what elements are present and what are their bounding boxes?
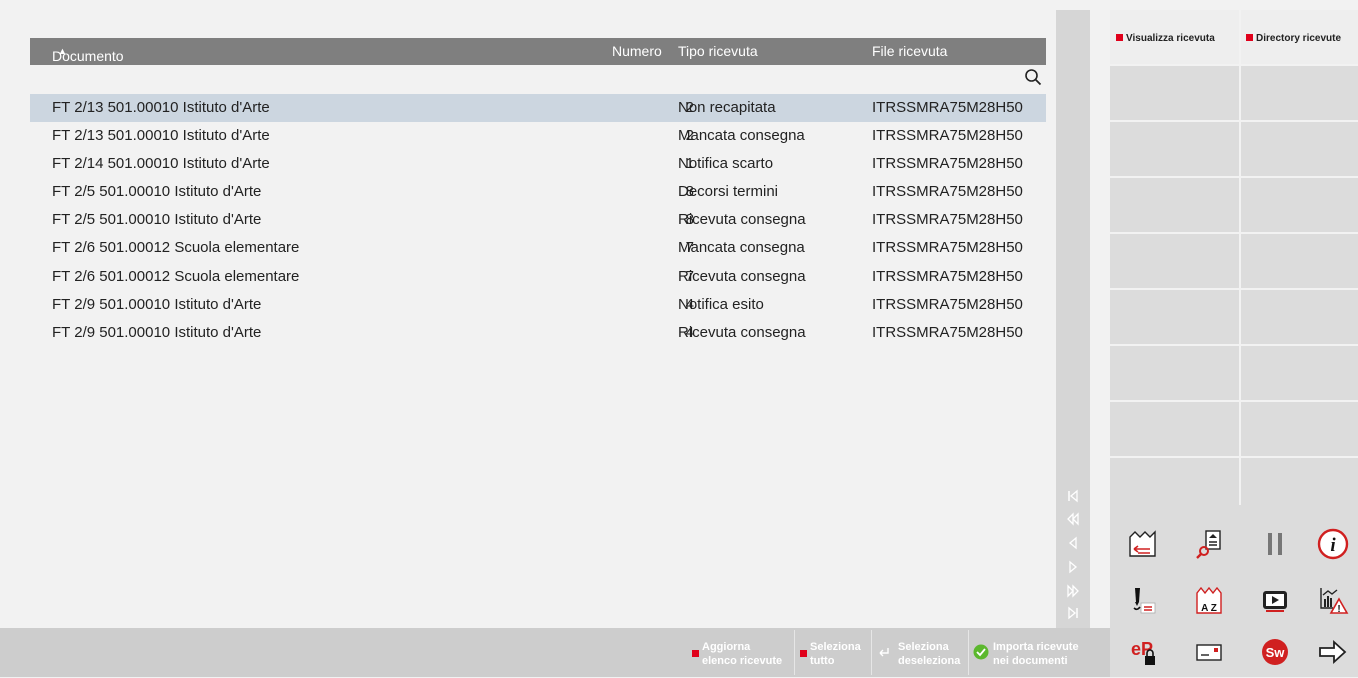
divider — [1110, 64, 1358, 66]
divider — [1110, 232, 1358, 234]
cell-tipo: Ricevuta consegna — [678, 267, 806, 285]
svg-text:!: ! — [1337, 604, 1340, 615]
sort-az-icon[interactable]: A Z — [1176, 574, 1242, 626]
enter-key-icon — [879, 648, 889, 657]
cell-documento: FT 2/13 501.00010 Istituto d'Arte — [52, 127, 270, 145]
cell-file: ITRSSMRA75M28H50 — [872, 295, 1023, 313]
red-marker-icon — [692, 650, 699, 657]
divider — [1110, 288, 1358, 290]
table-body: FT 2/13 501.00010 Istituto d'Arte 2 Non re… — [30, 94, 1046, 347]
divider — [968, 630, 969, 675]
directory-ricevute-button[interactable]: Directory ricevute — [1246, 33, 1341, 44]
next-icon[interactable] — [1066, 560, 1080, 574]
sw-logo-icon[interactable]: Sw — [1242, 626, 1308, 678]
red-marker-icon — [800, 650, 807, 657]
svg-text:Sw: Sw — [1266, 645, 1286, 660]
column-header-numero[interactable]: Numero — [612, 43, 662, 59]
divider — [871, 630, 872, 675]
prev-page-icon[interactable] — [1066, 512, 1080, 526]
red-marker-icon — [1246, 34, 1253, 41]
check-icon — [973, 644, 989, 660]
cell-file: ITRSSMRA75M28H50 — [872, 239, 1023, 257]
first-page-icon[interactable] — [1066, 489, 1080, 503]
cell-tipo: Notifica scarto — [678, 155, 774, 173]
cell-file: ITRSSMRA75M28H50 — [872, 211, 1023, 229]
divider — [1110, 456, 1358, 458]
seleziona-deseleziona-button[interactable]: Seleziona deseleziona — [876, 630, 968, 675]
epa-lock-icon[interactable]: e P — [1110, 626, 1176, 678]
divider — [1110, 344, 1358, 346]
divider — [1110, 176, 1358, 178]
seleziona-tutto-button[interactable]: Seleziona tutto — [800, 630, 870, 675]
search-document-icon[interactable] — [1176, 518, 1242, 570]
table-row[interactable]: FT 2/6 501.00012 Scuola elementare 7 Manca… — [30, 234, 1046, 262]
cell-tipo: Ricevuta consegna — [678, 211, 806, 229]
divider — [1239, 10, 1241, 505]
visualizza-ricevuta-button[interactable]: Visualizza ricevuta — [1116, 33, 1215, 44]
table-row[interactable]: FT 2/5 501.00010 Istituto d'Arte 8 Decorsi… — [30, 178, 1046, 206]
cell-file: ITRSSMRA75M28H50 — [872, 323, 1023, 341]
table-row[interactable]: FT 2/6 501.00012 Scuola elementare 7 Ricev… — [30, 263, 1046, 291]
chart-warning-icon[interactable]: ! — [1308, 574, 1358, 626]
cell-tipo: Mancata consegna — [678, 127, 805, 145]
cell-documento: FT 2/9 501.00010 Istituto d'Arte — [52, 295, 262, 313]
cell-file: ITRSSMRA75M28H50 — [872, 183, 1023, 201]
cell-documento: FT 2/5 501.00010 Istituto d'Arte — [52, 183, 262, 201]
envelope-icon[interactable] — [1176, 626, 1242, 678]
cell-documento: FT 2/9 501.00010 Istituto d'Arte — [52, 323, 262, 341]
video-icon[interactable] — [1242, 574, 1308, 626]
importa-ricevute-button[interactable]: Importa ricevute nei documenti — [973, 630, 1093, 675]
table-row[interactable]: FT 2/5 501.00010 Istituto d'Arte 8 Ricevut… — [30, 206, 1046, 234]
next-page-icon[interactable] — [1066, 584, 1080, 598]
divider — [1110, 120, 1358, 122]
column-header-file[interactable]: File ricevuta — [872, 43, 947, 59]
red-marker-icon — [1116, 34, 1123, 41]
info-icon[interactable]: i — [1308, 518, 1358, 570]
cell-documento: FT 2/13 501.00010 Istituto d'Arte — [52, 99, 270, 116]
pause-icon[interactable] — [1242, 518, 1308, 570]
sort-ascending-icon: ▲ — [58, 46, 67, 56]
table-header: Documento ▲ Numero Tipo ricevuta File ric… — [30, 38, 1046, 65]
table-row[interactable]: FT 2/14 501.00010 Istituto d'Arte 1 Notifi… — [30, 150, 1046, 178]
cell-documento: FT 2/5 501.00010 Istituto d'Arte — [52, 211, 262, 229]
last-page-icon[interactable] — [1066, 606, 1080, 620]
svg-text:i: i — [1330, 535, 1336, 556]
divider — [1110, 400, 1358, 402]
table-row[interactable]: FT 2/9 501.00010 Istituto d'Arte 4 Ricevut… — [30, 319, 1046, 347]
cell-documento: FT 2/14 501.00010 Istituto d'Arte — [52, 155, 270, 173]
table-row[interactable]: FT 2/13 501.00010 Istituto d'Arte 2 Mancat… — [30, 122, 1046, 150]
cell-tipo: Ricevuta consegna — [678, 323, 806, 341]
cell-tipo: Decorsi termini — [678, 183, 779, 201]
divider — [794, 630, 795, 675]
table-row[interactable]: FT 2/9 501.00010 Istituto d'Arte 4 Notific… — [30, 291, 1046, 319]
cell-tipo: Non recapitata — [678, 99, 776, 116]
cell-documento: FT 2/6 501.00012 Scuola elementare — [52, 267, 300, 285]
svg-text:e: e — [1131, 639, 1141, 659]
column-header-tipo[interactable]: Tipo ricevuta — [678, 43, 758, 59]
cell-file: ITRSSMRA75M28H50 — [872, 99, 1023, 116]
export-icon[interactable] — [1110, 518, 1176, 570]
column-header-documento[interactable]: Documento ▲ — [52, 43, 124, 64]
arrow-right-icon[interactable] — [1308, 626, 1358, 678]
aggiorna-elenco-ricevute-button[interactable]: Aggiorna elenco ricevute — [692, 630, 792, 675]
table-row[interactable]: FT 2/13 501.00010 Istituto d'Arte 2 Non re… — [30, 94, 1046, 123]
search-icon[interactable] — [1024, 68, 1042, 86]
cell-documento: FT 2/6 501.00012 Scuola elementare — [52, 239, 300, 257]
svg-text:A Z: A Z — [1201, 603, 1217, 614]
cell-file: ITRSSMRA75M28H50 — [872, 267, 1023, 285]
signature-icon[interactable] — [1110, 574, 1176, 626]
cell-file: ITRSSMRA75M28H50 — [872, 127, 1023, 145]
cell-file: ITRSSMRA75M28H50 — [872, 155, 1023, 173]
prev-icon[interactable] — [1066, 536, 1080, 550]
cell-tipo: Notifica esito — [678, 295, 764, 313]
cell-tipo: Mancata consegna — [678, 239, 805, 257]
